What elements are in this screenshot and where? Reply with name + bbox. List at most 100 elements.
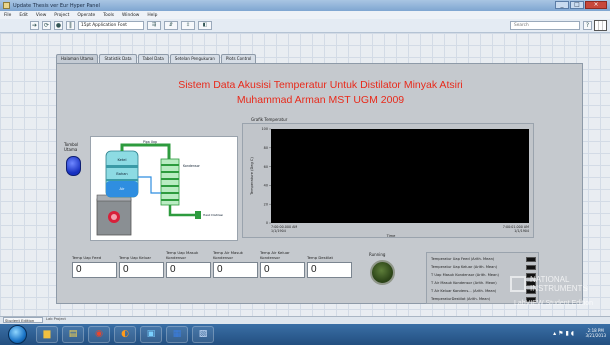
outlet-pipe bbox=[168, 205, 195, 217]
tab-plots-control[interactable]: Plots Control bbox=[220, 54, 257, 63]
indicator-label: Temp Uap Feed bbox=[72, 254, 102, 260]
abort-icon[interactable]: ● bbox=[54, 21, 63, 30]
indicator-label: Temp Uap Keluar bbox=[119, 254, 152, 260]
watermark-line1: NATIONAL bbox=[530, 275, 570, 284]
search-input[interactable]: Search bbox=[510, 21, 580, 30]
labview-app-icon bbox=[3, 2, 10, 9]
legend-label: T Air Masuk Kondensor (Arith. Mean) bbox=[431, 281, 497, 285]
legend-label: T Uap Masuk Kondensor (Arith. Mean) bbox=[431, 273, 499, 277]
pause-icon[interactable]: ‖ bbox=[66, 21, 75, 30]
running-label: Running bbox=[369, 252, 386, 257]
run-continuously-icon[interactable]: ⟳ bbox=[42, 21, 51, 30]
indicator-value: 0 bbox=[119, 262, 164, 278]
tank-water-label: Air bbox=[120, 187, 125, 191]
window-title: Update Thesis ver Eur Hyper Panel bbox=[13, 2, 100, 9]
app-icon[interactable]: ▣ bbox=[140, 326, 162, 343]
window-controls: _ □ × bbox=[555, 1, 607, 9]
font-select[interactable]: 15pt Application Font bbox=[78, 21, 144, 30]
distillation-diagram: Ketel Bahan Air Pipa Uap Kondensor Hasil… bbox=[90, 136, 238, 241]
tab-control: Halaman Utama Statistik Data Tabel Data … bbox=[56, 54, 583, 304]
y-ticks: 100 80 60 40 20 0 bbox=[262, 127, 271, 225]
maximize-button[interactable]: □ bbox=[570, 1, 584, 9]
indicator-label: Temp Air Keluar Kondensor bbox=[260, 250, 290, 260]
y-tick-label: 60 bbox=[264, 165, 268, 169]
tab-statistik-data[interactable]: Statistik Data bbox=[99, 54, 137, 63]
tank-divider bbox=[106, 165, 138, 168]
align-objects-icon[interactable]: ⇶ bbox=[147, 21, 161, 30]
folder-icon[interactable]: ▤ bbox=[62, 326, 84, 343]
menu-file[interactable]: File bbox=[4, 13, 11, 18]
x-ticks: 7:00:00.000 AM1/1/19047:00:01.000 AM1/1/… bbox=[271, 225, 529, 233]
menu-window[interactable]: Window bbox=[122, 13, 139, 18]
watermark-line3: LabVIEW Student Edition bbox=[514, 300, 593, 307]
indicator-value: 0 bbox=[307, 262, 352, 278]
explorer-icon[interactable]: ▆ bbox=[36, 326, 58, 343]
run-arrow-icon[interactable]: ➔ bbox=[30, 21, 39, 30]
menu-operate[interactable]: Operate bbox=[77, 13, 95, 18]
distribute-objects-icon[interactable]: ⇵ bbox=[164, 21, 178, 30]
project-label: Lab Project bbox=[46, 317, 66, 321]
condenser-label: Kondensor bbox=[183, 164, 201, 168]
indicator-value: 0 bbox=[166, 262, 211, 278]
menu-view[interactable]: View bbox=[36, 13, 46, 18]
stop-button[interactable] bbox=[66, 156, 81, 176]
menu-project[interactable]: Project bbox=[54, 13, 69, 18]
y-tick-label: 80 bbox=[264, 146, 268, 150]
help-icon[interactable]: ? bbox=[583, 21, 592, 30]
status-strip bbox=[0, 316, 610, 324]
temperature-chart: Temperature (Deg C) 100 80 60 40 20 0 7:00:00… bbox=[242, 123, 534, 238]
menu-edit[interactable]: Edit bbox=[19, 13, 28, 18]
y-tick-label: 40 bbox=[264, 184, 268, 188]
tank-top-label: Ketel bbox=[117, 158, 126, 162]
minimize-button[interactable]: _ bbox=[555, 1, 569, 9]
tab-setelan-pengukuran[interactable]: Setelan Pengukuran bbox=[169, 54, 220, 63]
indicator-label: Temp Destilat bbox=[307, 254, 333, 260]
menu-tools[interactable]: Tools bbox=[103, 13, 114, 18]
ni-logo-icon bbox=[510, 276, 526, 292]
page-title: Sistem Data Akusisi Temperatur Untuk Dis… bbox=[178, 79, 463, 91]
indicator-value: 0 bbox=[260, 262, 305, 278]
y-axis-label: Temperature (Deg C) bbox=[250, 157, 254, 196]
watermark-line2: INSTRUMENTS bbox=[530, 284, 588, 293]
x-axis-label: Time bbox=[386, 234, 397, 238]
indicator-value: 0 bbox=[72, 262, 117, 278]
legend-label: TemperaturDestilat (Arith. Mean) bbox=[431, 297, 491, 301]
resize-objects-icon[interactable]: ⇳ bbox=[181, 21, 195, 30]
clock[interactable]: 2:18 PM 3/21/2013 bbox=[585, 328, 606, 338]
indicator-label: Temp Air Masuk Kondensor bbox=[213, 250, 243, 260]
outlet-nozzle bbox=[195, 211, 201, 219]
tab-tabel-data[interactable]: Tabel Data bbox=[137, 54, 169, 63]
x-tick-date: 1/1/1904 bbox=[514, 229, 529, 233]
chart-title: Grafik Temperatur bbox=[251, 117, 288, 122]
clock-date: 3/21/2013 bbox=[585, 333, 606, 338]
plot-area bbox=[271, 129, 529, 223]
taskbar: ▆ ▤ ◉ ◐ ▣ ▦ ▧ ▴⚑▮◖ 2:18 PM 3/21/2013 bbox=[0, 324, 610, 345]
outlet-label: Hasil Distilasi bbox=[203, 213, 223, 217]
tab-strip: Halaman Utama Statistik Data Tabel Data … bbox=[56, 54, 257, 63]
menu-help[interactable]: Help bbox=[147, 13, 157, 18]
menu-bar: File Edit View Project Operate Tools Win… bbox=[0, 11, 610, 19]
temperature-chart-svg: Temperature (Deg C) 100 80 60 40 20 0 7:00:00… bbox=[250, 127, 529, 238]
distillation-diagram-svg: Ketel Bahan Air Pipa Uap Kondensor Hasil… bbox=[96, 140, 223, 236]
window-taskbar-icon[interactable]: ▧ bbox=[192, 326, 214, 343]
media-icon[interactable]: ◐ bbox=[114, 326, 136, 343]
window-titlebar: Update Thesis ver Eur Hyper Panel _ □ × bbox=[0, 0, 610, 11]
start-button[interactable] bbox=[8, 325, 27, 344]
legend-label: Temperatur Uap Keluar (Arith. Mean) bbox=[431, 265, 498, 269]
tab-halaman-utama[interactable]: Halaman Utama bbox=[56, 54, 99, 63]
tank-divider-2 bbox=[106, 179, 138, 181]
system-tray-icons[interactable]: ▴⚑▮◖ bbox=[553, 330, 576, 337]
close-button[interactable]: × bbox=[585, 1, 607, 9]
x-tick-date: 1/1/1904 bbox=[271, 229, 286, 233]
page-subtitle: Muhammad Arman MST UGM 2009 bbox=[236, 94, 405, 106]
vi-connector-icon[interactable] bbox=[594, 20, 607, 31]
legend-row[interactable]: Temperatur Uap Feed (Arith. Mean) bbox=[431, 256, 536, 263]
tab-panel-halaman-utama: Sistem Data Akusisi Temperatur Untuk Dis… bbox=[56, 63, 583, 304]
browser-icon[interactable]: ◉ bbox=[88, 326, 110, 343]
labview-taskbar-icon[interactable]: ▦ bbox=[166, 326, 188, 343]
stop-button-label: Tombol Utama bbox=[64, 142, 79, 152]
y-tick-label: 20 bbox=[264, 202, 268, 206]
indicator-value: 0 bbox=[213, 262, 258, 278]
reorder-icon[interactable]: ◧ bbox=[198, 21, 212, 30]
pipe-label: Pipa Uap bbox=[143, 140, 157, 144]
